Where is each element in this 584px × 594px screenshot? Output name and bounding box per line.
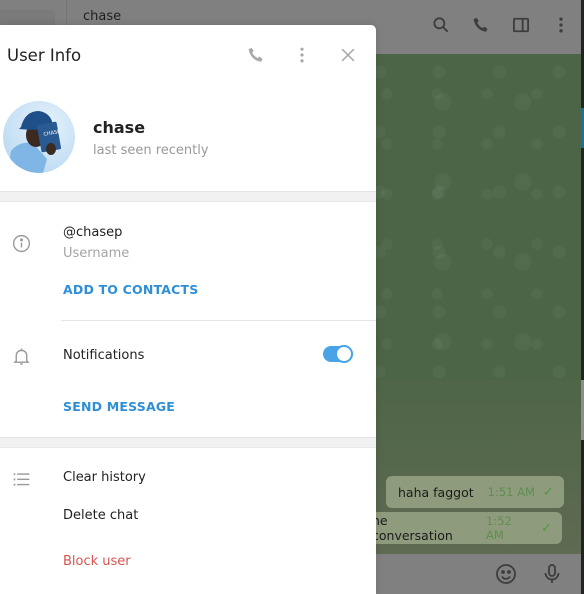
block-user-button[interactable]: Block user bbox=[63, 554, 131, 569]
message-text: he conversation bbox=[372, 513, 453, 543]
composer-actions bbox=[494, 562, 564, 590]
chat-top-actions bbox=[430, 14, 572, 36]
profile-status: last seen recently bbox=[93, 143, 209, 158]
actions-section: Clear history Delete chat Block user bbox=[0, 448, 376, 594]
bell-icon bbox=[10, 345, 32, 367]
section-divider bbox=[0, 437, 376, 448]
info-section: @chasep Username ADD TO CONTACTS Notific… bbox=[0, 202, 376, 437]
more-options-button[interactable] bbox=[290, 43, 314, 67]
send-message-button[interactable]: SEND MESSAGE bbox=[63, 399, 175, 414]
message-time: 1:51 AM bbox=[487, 485, 535, 499]
add-to-contacts-button[interactable]: ADD TO CONTACTS bbox=[63, 282, 198, 297]
list-icon bbox=[10, 468, 32, 490]
delete-chat-button[interactable]: Delete chat bbox=[63, 508, 138, 523]
info-icon bbox=[10, 232, 32, 254]
profile-name: chase bbox=[93, 118, 146, 137]
close-icon bbox=[341, 48, 355, 62]
user-info-dialog: User Info CHASE chase last seen recently… bbox=[0, 25, 376, 594]
avatar[interactable]: CHASE bbox=[3, 101, 75, 173]
more-vertical-icon bbox=[300, 47, 304, 63]
username-label: Username bbox=[63, 246, 130, 261]
dialog-header: User Info bbox=[0, 25, 376, 87]
row-divider bbox=[61, 320, 376, 321]
notifications-label: Notifications bbox=[63, 348, 145, 363]
dialog-header-actions bbox=[244, 43, 360, 67]
microphone-icon[interactable] bbox=[540, 562, 564, 590]
emoji-icon[interactable] bbox=[494, 562, 518, 590]
message-bubble[interactable]: haha faggot 1:51 AM ✓ bbox=[386, 476, 564, 508]
phone-icon[interactable] bbox=[470, 14, 492, 36]
close-button[interactable] bbox=[336, 43, 360, 67]
clear-history-button[interactable]: Clear history bbox=[63, 470, 146, 485]
toggle-knob bbox=[335, 345, 353, 363]
call-button[interactable] bbox=[244, 43, 268, 67]
username-value[interactable]: @chasep bbox=[63, 225, 122, 240]
search-icon[interactable] bbox=[430, 14, 452, 36]
notifications-toggle[interactable] bbox=[323, 345, 353, 363]
read-check-icon: ✓ bbox=[542, 484, 554, 500]
chat-title[interactable]: chase bbox=[83, 9, 121, 24]
profile-summary: CHASE chase last seen recently bbox=[0, 87, 376, 191]
phone-icon bbox=[248, 47, 263, 62]
section-divider bbox=[0, 191, 376, 202]
more-vertical-icon[interactable] bbox=[550, 14, 572, 36]
read-check-icon: ✓ bbox=[541, 520, 552, 536]
message-time: 1:52 AM bbox=[486, 514, 512, 542]
sidebar-toggle-icon[interactable] bbox=[510, 14, 532, 36]
message-text: haha faggot bbox=[398, 484, 474, 500]
dialog-title: User Info bbox=[7, 46, 82, 65]
message-bubble[interactable]: he conversation 1:52 AM ✓ bbox=[364, 512, 562, 544]
